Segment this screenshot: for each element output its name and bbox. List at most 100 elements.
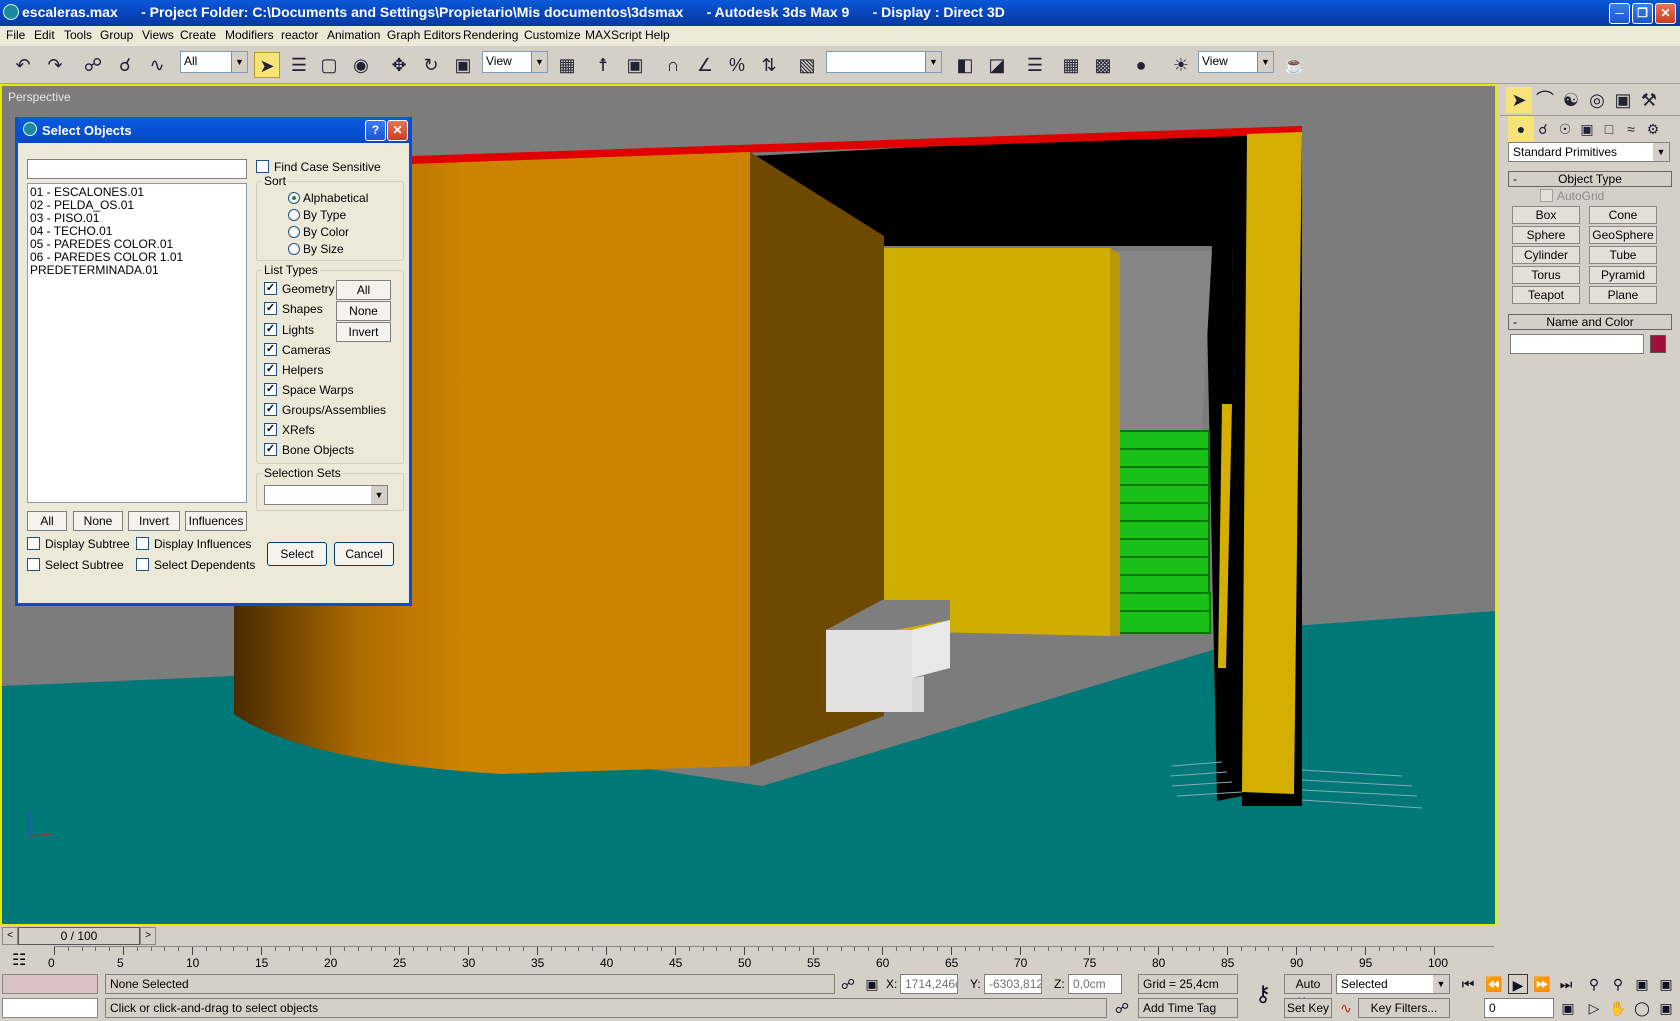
viewport-label[interactable]: Perspective (8, 90, 71, 104)
name-and-color-rollout[interactable]: - Name and Color (1508, 314, 1672, 330)
bone-objects-checkbox[interactable]: ✓ (264, 443, 277, 456)
space-warps-checkbox[interactable]: ✓ (264, 383, 277, 396)
menu-graph-editors[interactable]: Graph Editors (387, 28, 461, 42)
dialog-title-bar[interactable]: Select Objects ? ✕ (18, 117, 409, 143)
maxscript-listener-pink[interactable] (2, 974, 98, 994)
primitive-category-dropdown[interactable]: Standard Primitives ▼ (1508, 142, 1670, 162)
manipulate-icon[interactable]: ☨ (590, 52, 616, 78)
selection-sets-dropdown[interactable]: ▼ (264, 485, 388, 505)
undo-icon[interactable]: ↶ (10, 52, 36, 78)
unlink-selection-icon[interactable]: ☌ (112, 52, 138, 78)
current-frame-field[interactable]: 0 (1484, 998, 1554, 1018)
menu-customize[interactable]: Customize (524, 28, 581, 42)
types-all-button[interactable]: All (336, 280, 391, 300)
help-button[interactable]: ? (365, 120, 386, 141)
play-icon[interactable]: ▶ (1508, 974, 1528, 994)
set-key-button[interactable]: Set Key (1284, 998, 1332, 1018)
menu-file[interactable]: File (6, 28, 25, 42)
cameras-checkbox[interactable]: ✓ (264, 343, 277, 356)
select-dependents-checkbox[interactable] (136, 558, 149, 571)
key-tangent-icon[interactable]: ∿ (1336, 998, 1356, 1018)
geosphere-button[interactable]: GeoSphere (1589, 226, 1657, 244)
pyramid-button[interactable]: Pyramid (1589, 266, 1657, 284)
menu-group[interactable]: Group (100, 28, 133, 42)
types-none-button[interactable]: None (336, 301, 391, 321)
modify-tab-icon[interactable]: ⌒ (1532, 87, 1558, 113)
find-case-sensitive-checkbox[interactable] (256, 160, 269, 173)
select-by-name-icon[interactable]: ☰ (286, 52, 312, 78)
hierarchy-tab-icon[interactable]: ☯ (1558, 87, 1584, 113)
maxscript-listener-white[interactable] (2, 998, 98, 1018)
next-frame-icon[interactable]: > (140, 927, 156, 945)
shapes-checkbox[interactable]: ✓ (264, 302, 277, 315)
autogrid-checkbox[interactable] (1540, 189, 1553, 202)
list-item[interactable]: PREDETERMINADA.01 (30, 264, 244, 277)
scale-icon[interactable]: ▣ (450, 52, 476, 78)
edit-named-selection-icon[interactable]: ▧ (794, 52, 820, 78)
track-bar[interactable]: ☷ 0 5 10 15 20 25 30 35 40 45 50 55 60 65 70 75 80 85 90 95… (0, 946, 1500, 974)
list-all-button[interactable]: All (27, 511, 67, 531)
dialog-close-button[interactable]: ✕ (387, 120, 408, 141)
time-tag-lock-icon[interactable]: ☍ (1112, 998, 1132, 1018)
zoom-extents-icon[interactable]: ▣ (1632, 974, 1652, 994)
key-icon[interactable]: ⚷ (1248, 983, 1278, 1005)
time-slider[interactable]: 0 / 100 (18, 927, 140, 945)
zoom-icon[interactable]: ⚲ (1584, 974, 1604, 994)
sort-by-color-radio[interactable] (288, 226, 300, 238)
field-of-view-icon[interactable]: ▷ (1584, 998, 1604, 1018)
create-tab-icon[interactable]: ➤ (1506, 87, 1532, 113)
cancel-button[interactable]: Cancel (334, 542, 394, 566)
select-subtree-checkbox[interactable] (27, 558, 40, 571)
angle-snap-icon[interactable]: ∠ (692, 52, 718, 78)
snaps-toggle-icon[interactable]: ∩ (660, 52, 686, 78)
rectangular-selection-icon[interactable]: ▢ (316, 52, 342, 78)
move-icon[interactable]: ✥ (386, 52, 412, 78)
types-invert-button[interactable]: Invert (336, 322, 391, 342)
display-tab-icon[interactable]: ▣ (1610, 87, 1636, 113)
pivot-center-icon[interactable]: ▦ (554, 52, 580, 78)
percent-snap-icon[interactable]: % (724, 52, 750, 78)
prev-frame-icon[interactable]: < (2, 927, 18, 945)
menu-reactor[interactable]: reactor (281, 28, 318, 42)
material-editor-icon[interactable]: ● (1128, 52, 1154, 78)
x-coordinate-field[interactable]: 1714,246c (900, 974, 958, 994)
render-view-dropdown[interactable]: View ▼ (1198, 51, 1274, 73)
align-icon[interactable]: ◪ (984, 52, 1010, 78)
object-type-rollout[interactable]: - Object Type (1508, 171, 1672, 187)
selection-filter-dropdown[interactable]: All ▼ (180, 51, 248, 73)
list-invert-button[interactable]: Invert (128, 511, 180, 531)
motion-tab-icon[interactable]: ◎ (1584, 87, 1610, 113)
next-key-icon[interactable]: ⏩ (1532, 974, 1552, 994)
object-color-swatch[interactable] (1650, 335, 1666, 353)
go-to-end-icon[interactable]: ⏭ (1556, 974, 1576, 994)
window-crossing-icon[interactable]: ◉ (348, 52, 374, 78)
lights-checkbox[interactable]: ✓ (264, 323, 277, 336)
select-button[interactable]: Select (267, 542, 327, 566)
orbit-icon[interactable]: ◯ (1632, 998, 1652, 1018)
display-subtree-checkbox[interactable] (27, 537, 40, 550)
previous-frame-icon[interactable]: ⏪ (1484, 974, 1504, 994)
zoom-extents-all-icon[interactable]: ▣ (1656, 974, 1676, 994)
list-none-button[interactable]: None (73, 511, 123, 531)
pan-icon[interactable]: ✋ (1608, 998, 1628, 1018)
key-filters-button[interactable]: Key Filters... (1358, 998, 1450, 1018)
list-influences-button[interactable]: Influences (185, 511, 247, 531)
object-list[interactable]: 01 - ESCALONES.01 02 - PELDA_OS.01 03 - … (27, 183, 247, 503)
y-coordinate-field[interactable]: -6303,812c (984, 974, 1042, 994)
menu-create[interactable]: Create (180, 28, 216, 42)
keyboard-shortcut-override-icon[interactable]: ▣ (622, 52, 648, 78)
named-selection-sets-dropdown[interactable]: ▼ (826, 51, 942, 73)
close-button[interactable]: ✕ (1655, 3, 1676, 24)
layer-manager-icon[interactable]: ☰ (1022, 52, 1048, 78)
mirror-icon[interactable]: ◧ (952, 52, 978, 78)
xrefs-checkbox[interactable]: ✓ (264, 423, 277, 436)
teapot-button[interactable]: Teapot (1512, 286, 1580, 304)
absolute-mode-icon[interactable]: ▣ (862, 974, 882, 994)
mini-curve-editor-icon[interactable]: ☷ (12, 950, 26, 970)
key-mode-dropdown[interactable]: Selected ▼ (1336, 974, 1450, 994)
maximize-viewport-icon[interactable]: ▣ (1656, 998, 1676, 1018)
z-coordinate-field[interactable]: 0,0cm (1068, 974, 1122, 994)
rotate-icon[interactable]: ↻ (418, 52, 444, 78)
menu-animation[interactable]: Animation (327, 28, 380, 42)
object-name-field[interactable] (1510, 334, 1644, 354)
